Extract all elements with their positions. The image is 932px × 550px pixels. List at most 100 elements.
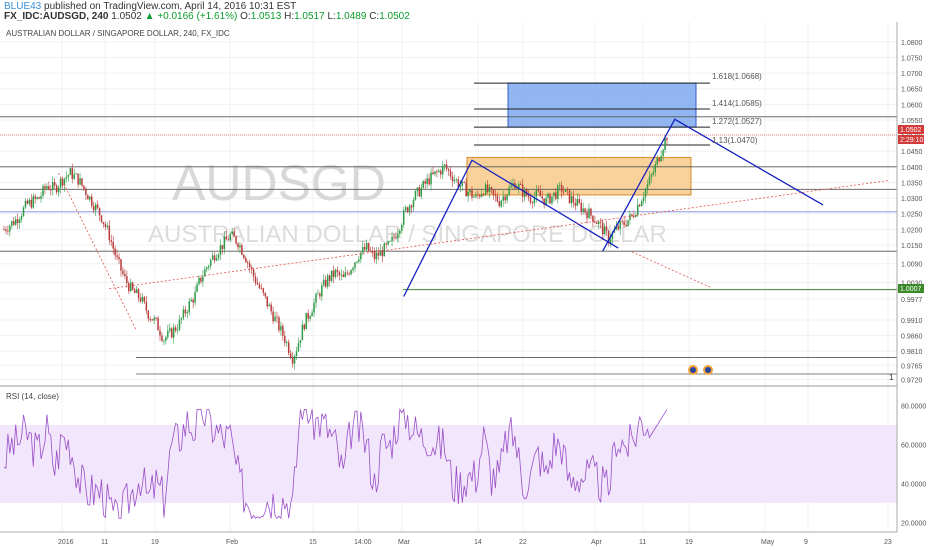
candle-body <box>286 342 288 344</box>
candle-body <box>344 272 346 277</box>
candle-body <box>100 215 103 223</box>
event-icon-inner <box>690 367 696 373</box>
chart-canvas[interactable]: AUDSGD AUSTRALIAN DOLLAR / SINGAPORE DOL… <box>0 22 932 550</box>
candle-body <box>463 181 465 183</box>
candle-body <box>412 199 415 208</box>
candle-body <box>582 208 584 212</box>
candle-body <box>481 194 483 197</box>
candle-body <box>7 230 9 232</box>
candle-body <box>568 190 571 204</box>
time-tick-label: 14:00 <box>354 539 372 546</box>
candle-body <box>11 221 13 226</box>
candle-body <box>385 243 387 245</box>
candle-body <box>477 194 479 196</box>
candle-body <box>473 196 475 198</box>
candle-body <box>638 204 641 207</box>
candle-body <box>603 226 606 235</box>
candle-body <box>145 301 148 311</box>
candle-body <box>209 259 212 267</box>
candle-body <box>658 158 660 162</box>
candle-body <box>9 225 11 232</box>
candle-body <box>599 221 602 223</box>
candle-body <box>358 259 360 262</box>
candle-body <box>365 242 368 250</box>
time-tick-label: 19 <box>685 539 693 546</box>
candle-body <box>426 178 428 184</box>
candle-body <box>572 196 575 204</box>
candle-body <box>53 182 56 186</box>
candle-body <box>373 251 376 260</box>
symbol-label: FX_IDC:AUDSGD, 240 <box>4 11 109 22</box>
candle-body <box>52 182 54 190</box>
candle-body <box>504 196 506 201</box>
candle-body <box>494 194 497 196</box>
candle-body <box>295 351 298 356</box>
candle-body <box>451 176 454 182</box>
candle-body <box>506 194 508 201</box>
time-tick-label: 9 <box>804 539 808 546</box>
candle-body <box>40 196 42 199</box>
candle-body <box>278 317 280 331</box>
candle-body <box>588 208 590 219</box>
candle-body <box>321 285 323 297</box>
candle-body <box>77 173 79 185</box>
price-tick-label: 1.0090 <box>901 262 923 269</box>
last-price-tag-text: 1.0502 <box>900 127 922 134</box>
candle-body <box>130 282 132 292</box>
candle-body <box>605 226 608 232</box>
candle-body <box>590 208 592 216</box>
close-label: C: <box>369 11 380 22</box>
fib-1414-label: 1.414(1.0585) <box>712 99 762 108</box>
candle-body <box>61 178 64 186</box>
low-value: 1.0489 <box>335 11 367 22</box>
candle-body <box>231 231 233 234</box>
price-tick-label: 1.0150 <box>901 243 923 250</box>
candle-body <box>270 304 272 312</box>
candle-body <box>280 325 282 331</box>
candle-body <box>631 214 633 216</box>
price-tick-label: 1.0350 <box>901 180 923 187</box>
time-tick-label: 19 <box>151 539 159 546</box>
candle-body <box>580 202 582 212</box>
candle-body <box>309 316 311 319</box>
candle-body <box>488 187 491 193</box>
candle-body <box>155 317 157 319</box>
candle-body <box>170 328 173 338</box>
rsi-tick-label: 60.0000 <box>901 442 926 449</box>
candle-body <box>531 202 534 204</box>
candle-body <box>241 245 243 255</box>
candle-body <box>500 200 502 207</box>
candle-body <box>272 311 274 322</box>
candle-body <box>287 342 290 354</box>
candle-body <box>229 233 231 241</box>
open-label: O: <box>240 11 251 22</box>
candle-body <box>200 277 202 282</box>
candle-body <box>664 138 666 150</box>
candle-body <box>434 171 436 174</box>
fib-1618-label: 1.618(1.0668) <box>712 72 762 81</box>
price-tick-label: 1.0250 <box>901 212 923 219</box>
watermark-name: AUSTRALIAN DOLLAR / SINGAPORE DOLLAR <box>148 221 667 248</box>
candle-body <box>135 289 138 294</box>
candle-body <box>65 176 68 179</box>
price-tick-label: 1.0750 <box>901 55 923 62</box>
candle-body <box>436 171 438 173</box>
candle-body <box>652 171 655 175</box>
candle-body <box>106 225 109 227</box>
candle-body <box>118 256 120 260</box>
candle-body <box>453 179 456 182</box>
time-tick-label: 22 <box>519 539 527 546</box>
candle-body <box>186 312 189 314</box>
candle-body <box>547 193 549 198</box>
candle-body <box>96 204 99 208</box>
candle-body <box>202 276 204 282</box>
candle-body <box>311 312 313 317</box>
candle-body <box>660 156 662 162</box>
candle-body <box>404 207 407 211</box>
candle-body <box>293 355 296 364</box>
candle-body <box>438 170 440 173</box>
candle-body <box>479 195 481 197</box>
candle-body <box>619 221 621 230</box>
candle-body <box>169 328 171 331</box>
candle-body <box>44 186 46 189</box>
